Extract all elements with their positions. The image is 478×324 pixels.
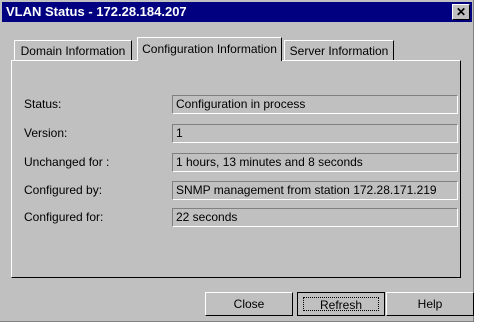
unchanged-for-field: 1 hours, 13 minutes and 8 seconds — [172, 153, 458, 172]
refresh-button-label: Refresh — [303, 297, 379, 312]
help-button[interactable]: Help — [386, 292, 474, 316]
close-icon[interactable]: ✕ — [452, 4, 470, 20]
vlan-status-dialog: VLAN Status - 172.28.184.207 ✕ Domain In… — [0, 0, 474, 322]
title-bar[interactable]: VLAN Status - 172.28.184.207 ✕ — [2, 2, 472, 22]
unchanged-for-label: Unchanged for : — [24, 155, 110, 169]
window-title: VLAN Status - 172.28.184.207 — [6, 4, 187, 19]
version-field: 1 — [172, 124, 458, 143]
refresh-button[interactable]: Refresh — [297, 292, 385, 316]
version-label: Version: — [24, 126, 68, 140]
tab-domain-information[interactable]: Domain Information — [14, 40, 132, 60]
configured-by-field: SNMP management from station 172.28.171.… — [172, 181, 458, 200]
configured-for-label: Configured for: — [24, 210, 104, 224]
configured-for-field: 22 seconds — [172, 208, 458, 227]
configured-by-label: Configured by: — [24, 183, 103, 197]
tab-server-information[interactable]: Server Information — [284, 40, 394, 60]
status-field: Configuration in process — [172, 95, 458, 114]
status-label: Status: — [24, 97, 62, 111]
close-button[interactable]: Close — [205, 292, 293, 316]
tab-configuration-information[interactable]: Configuration Information — [137, 37, 282, 61]
